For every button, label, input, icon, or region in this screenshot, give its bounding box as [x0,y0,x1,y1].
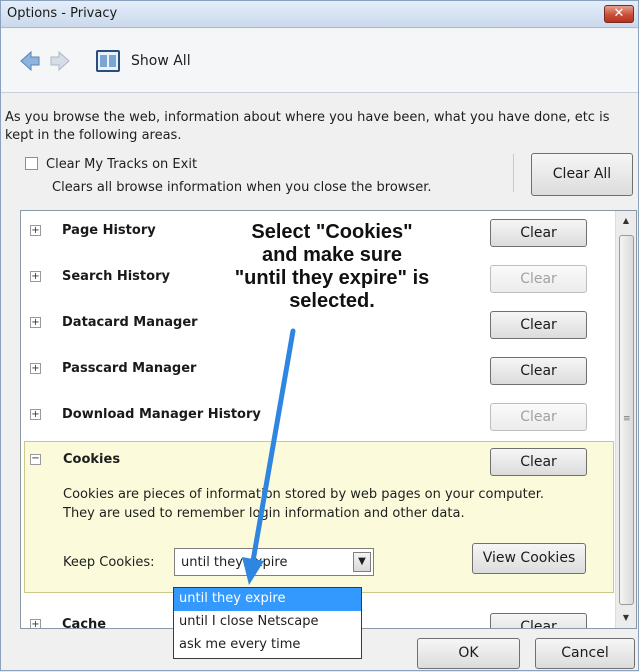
cookies-description: Cookies are pieces of information stored… [63,485,603,523]
item-label: Datacard Manager [62,315,198,330]
clear-tracks-checkbox[interactable] [25,157,38,170]
keep-cookies-label: Keep Cookies: [63,555,155,570]
clear-cache-button[interactable]: Clear [490,613,587,628]
annotation-line-4: selected. [289,290,375,312]
toolbar: Show All [1,29,638,93]
option-until-they-expire[interactable]: until they expire [174,588,361,611]
item-label: Cache [62,617,107,629]
cookies-panel: − Cookies Clear Cookies are pieces of in… [24,441,614,593]
options-privacy-window: Options - Privacy ✕ Show All As you brow… [0,0,639,671]
cookies-description-line2: They are used to remember login informat… [63,506,465,521]
cancel-button[interactable]: Cancel [535,638,635,669]
scroll-down-icon[interactable]: ▼ [616,608,636,628]
show-all-label[interactable]: Show All [131,53,191,69]
list-scrollbar[interactable]: ▲ ≡ ▼ [615,211,636,628]
expand-icon[interactable]: + [30,619,41,628]
clear-download-history-button[interactable]: Clear [490,403,587,431]
option-ask-every-time[interactable]: ask me every time [174,634,361,657]
cookies-label: Cookies [63,452,121,467]
clear-all-button[interactable]: Clear All [531,153,633,196]
clear-cookies-button[interactable]: Clear [490,448,587,476]
expand-icon[interactable]: + [30,271,41,282]
scrollbar-thumb[interactable]: ≡ [619,235,634,605]
view-cookies-button[interactable]: View Cookies [472,543,586,574]
expand-icon[interactable]: + [30,225,41,236]
back-arrow-icon[interactable] [19,50,41,72]
annotation-line-3: "until they expire" is [234,267,430,289]
annotation-line-1: Select "Cookies" [251,221,413,243]
item-label: Page History [62,223,156,238]
option-until-close-netscape[interactable]: until I close Netscape [174,611,361,634]
list-item-download-manager-history[interactable]: + Download Manager History Clear [21,395,615,437]
chevron-down-icon[interactable]: ▼ [353,552,371,572]
item-label: Passcard Manager [62,361,197,376]
cookies-description-line1: Cookies are pieces of information stored… [63,487,544,502]
forward-arrow-icon[interactable] [49,50,71,72]
annotation-line-2: and make sure [261,244,403,266]
title-bar: Options - Privacy ✕ [1,1,638,28]
clear-datacard-manager-button[interactable]: Clear [490,311,587,339]
instruction-annotation: Select "Cookies" and make sure "until th… [197,221,467,313]
keep-cookies-selected-value: until they expire [181,555,288,570]
privacy-description: As you browse the web, information about… [5,110,610,143]
keep-cookies-dropdown: until they expire until I close Netscape… [173,587,362,659]
clear-passcard-manager-button[interactable]: Clear [490,357,587,385]
item-label: Download Manager History [62,407,261,422]
vertical-divider [513,154,514,192]
clear-page-history-button[interactable]: Clear [490,219,587,247]
list-item-passcard-manager[interactable]: + Passcard Manager Clear [21,349,615,391]
close-button[interactable]: ✕ [604,5,634,23]
show-all-icon[interactable] [96,50,120,72]
collapse-icon[interactable]: − [30,454,41,465]
keep-cookies-select[interactable]: until they expire ▼ [174,548,374,576]
expand-icon[interactable]: + [30,317,41,328]
ok-button[interactable]: OK [417,638,520,669]
grip-icon: ≡ [623,414,631,424]
clear-tracks-row[interactable]: Clear My Tracks on Exit [25,157,197,172]
expand-icon[interactable]: + [30,409,41,420]
expand-icon[interactable]: + [30,363,41,374]
item-label: Search History [62,269,170,284]
clear-tracks-subtext: Clears all browse information when you c… [52,180,432,195]
clear-tracks-label: Clear My Tracks on Exit [46,157,198,172]
scroll-up-icon[interactable]: ▲ [616,211,636,231]
window-title: Options - Privacy [7,6,118,21]
clear-search-history-button[interactable]: Clear [490,265,587,293]
